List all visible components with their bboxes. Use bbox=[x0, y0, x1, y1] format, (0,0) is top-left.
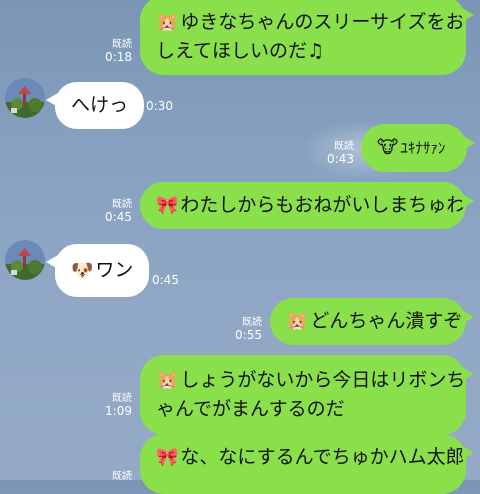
message-time: 0:45 bbox=[105, 210, 132, 224]
avatar[interactable] bbox=[5, 240, 45, 280]
outgoing-message[interactable]: 🐹 しょうがないから今日はリボンち ゃんでがまんするのだ bbox=[140, 355, 474, 435]
dog-emoji-icon: 🐶 bbox=[71, 260, 94, 281]
hamster-emoji-icon: 🐹 bbox=[156, 370, 179, 391]
message-time: 0:30 bbox=[146, 99, 173, 113]
message-time: 0:55 bbox=[235, 328, 262, 342]
message-meta: 既読 1:09 bbox=[105, 392, 132, 418]
message-text: な、なにするんでちゅかハム太郎 bbox=[180, 446, 465, 468]
message-meta: 既読 0:45 bbox=[105, 198, 132, 224]
ribbon-emoji-icon: 🎀 bbox=[156, 195, 179, 216]
message-meta: 既読 0:43 bbox=[327, 140, 354, 166]
outgoing-message[interactable]: 🐹 どんちゃん潰すぞ bbox=[270, 298, 474, 345]
message-text-line: しえてほしいのだ♫ bbox=[156, 40, 325, 62]
read-receipt: 既読 bbox=[112, 471, 132, 482]
message-text-line: ゆきなちゃんのスリーサイズをお bbox=[180, 11, 465, 33]
message-time: 1:09 bbox=[105, 404, 132, 418]
message-meta: 既読 bbox=[112, 470, 132, 483]
ribbon-emoji-icon: 🎀 bbox=[156, 447, 179, 468]
message-text: へけっ bbox=[71, 94, 129, 116]
avatar-photo-icon bbox=[5, 240, 45, 280]
outgoing-message[interactable]: 🎀 な、なにするんでちゅかハム太郎 bbox=[140, 434, 474, 494]
message-time: 0:43 bbox=[327, 152, 354, 166]
outgoing-message[interactable]: 🐮 ﾕｷﾅｻｧﾝ bbox=[361, 124, 475, 172]
message-time: 0:18 bbox=[105, 50, 132, 64]
message-text: ワン bbox=[95, 259, 134, 281]
message-text: ﾕｷﾅｻｧﾝ bbox=[400, 139, 446, 157]
avatar-photo-icon bbox=[5, 78, 45, 118]
outgoing-message[interactable]: 🐹 ゆきなちゃんのスリーサイズをお しえてほしいのだ♫ bbox=[140, 0, 474, 75]
cow-emoji-icon: 🐮 bbox=[377, 137, 399, 158]
incoming-message[interactable]: 🐶 ワン bbox=[45, 244, 150, 297]
incoming-message[interactable]: へけっ bbox=[45, 82, 145, 129]
message-time: 0:45 bbox=[152, 273, 179, 287]
message-text: どんちゃん潰すぞ bbox=[310, 310, 463, 332]
avatar[interactable] bbox=[5, 78, 45, 118]
message-text: わたしからもおねがいしまちゅわ bbox=[180, 194, 466, 216]
outgoing-message[interactable]: 🎀 わたしからもおねがいしまちゅわ bbox=[140, 182, 474, 229]
message-text-line: ゃんでがまんするのだ bbox=[156, 398, 345, 420]
message-text-line: しょうがないから今日はリボンち bbox=[180, 369, 466, 391]
hamster-emoji-icon: 🐹 bbox=[156, 12, 179, 33]
message-meta: 既読 0:18 bbox=[105, 38, 132, 64]
message-meta: 既読 0:55 bbox=[235, 316, 262, 342]
hamster-emoji-icon: 🐹 bbox=[286, 311, 309, 332]
